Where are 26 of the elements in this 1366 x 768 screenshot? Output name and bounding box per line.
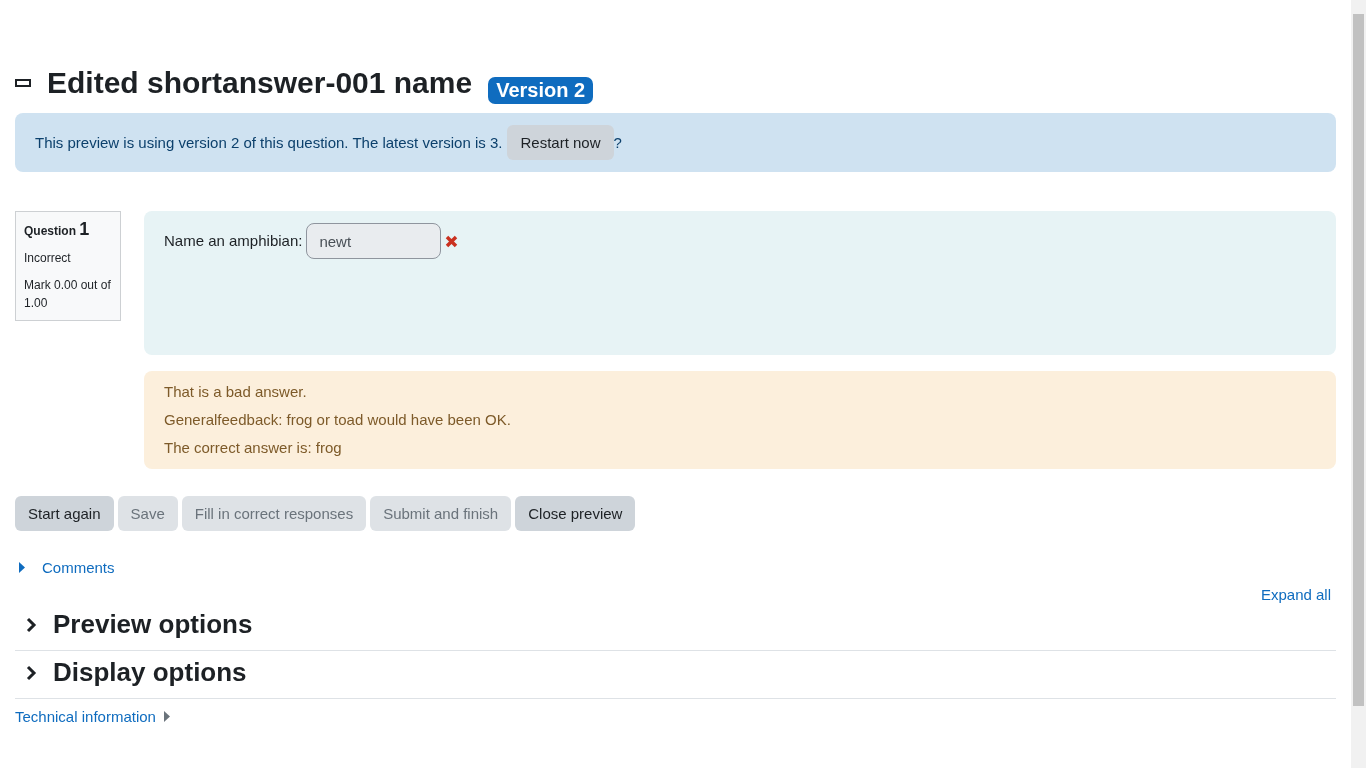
technical-info-link[interactable]: Technical information	[15, 708, 156, 725]
scrollbar[interactable]	[1351, 0, 1366, 768]
question-prompt: Name an amphibian:	[164, 231, 303, 251]
answer-field[interactable]: newt	[306, 223, 442, 259]
version-badge: Version 2	[488, 77, 594, 104]
feedback-text: That is a bad answer.	[164, 383, 308, 400]
page-title: Edited shortanswer-001 name	[47, 66, 473, 100]
notice-text: This preview is using version 2 of this question. The latest version is 3.	[35, 134, 503, 151]
section-heading[interactable]: Preview options	[53, 609, 253, 640]
comments-link[interactable]: Comments	[42, 559, 115, 576]
expand-all-link[interactable]: Expand all	[1260, 586, 1331, 603]
image-icon	[15, 79, 31, 87]
section-heading[interactable]: Display options	[53, 657, 247, 688]
action-button[interactable]: Start again	[15, 496, 114, 531]
notice-suffix: ?	[613, 134, 622, 151]
question-state: Incorrect	[24, 250, 72, 267]
question-number: Question 1	[24, 219, 91, 240]
action-button[interactable]: Close preview	[515, 496, 636, 531]
caret-icon[interactable]	[163, 711, 170, 722]
question-mark: Mark 0.00 out of 1.00	[24, 277, 112, 312]
chevron-icon[interactable]	[25, 616, 37, 633]
chevron-icon[interactable]	[25, 664, 37, 681]
feedback-text: The correct answer is: frog	[164, 439, 343, 456]
restart-button[interactable]: Restart now	[507, 125, 614, 160]
feedback-text: Generalfeedback: frog or toad would have been OK.	[164, 411, 512, 428]
caret-icon[interactable]	[19, 562, 25, 573]
